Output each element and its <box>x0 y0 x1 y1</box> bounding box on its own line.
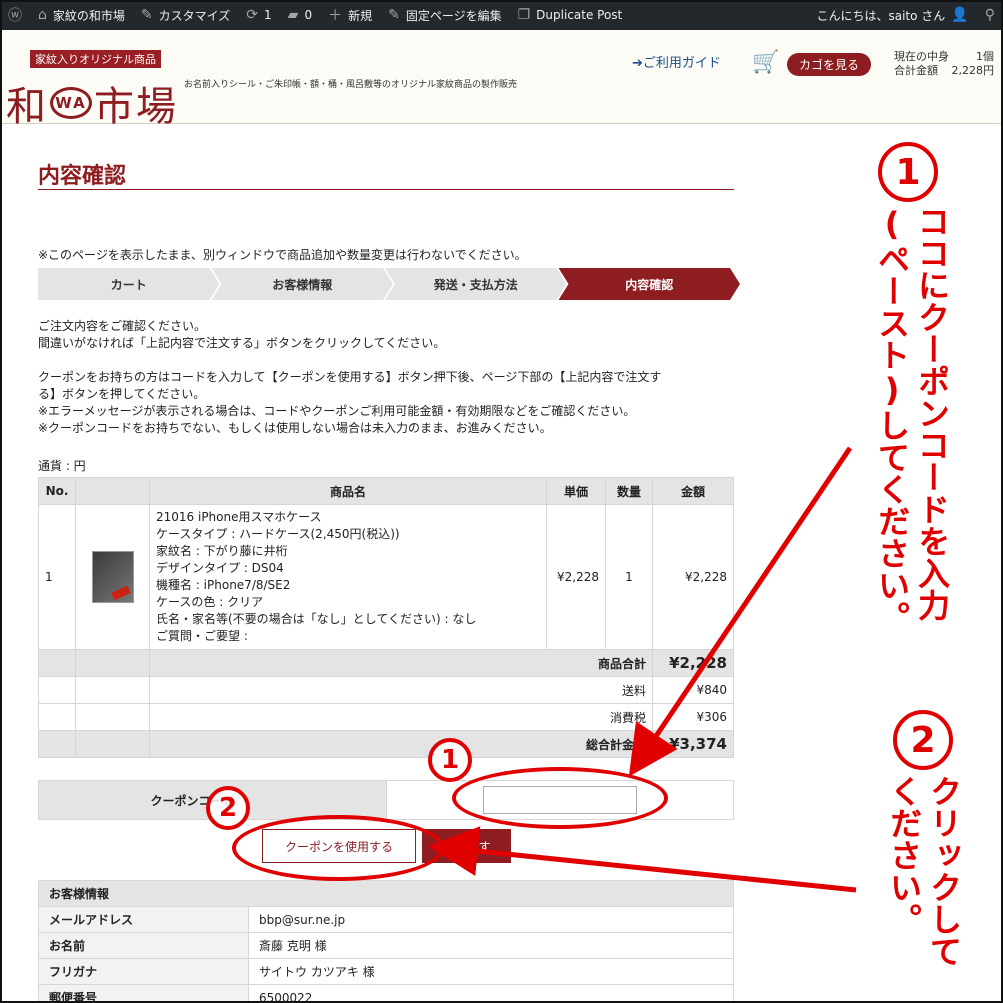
step2-marker-large: 2 <box>893 710 953 770</box>
col-product-name: 商品名 <box>149 477 547 505</box>
refresh-icon: ⟳ <box>246 7 259 23</box>
view-cart-button[interactable]: カゴを見る <box>787 53 872 76</box>
logo-right: 市場 <box>94 84 178 130</box>
tax-row: 消費税 ¥306 <box>38 703 734 731</box>
col-quantity: 数量 <box>605 477 653 505</box>
brush-icon: ✎ <box>140 7 153 23</box>
customer-section-title: お客様情報 <box>38 880 734 907</box>
site-name-link[interactable]: ⌂ 家紋の和市場 <box>30 0 133 30</box>
search-icon: ⚲ <box>984 7 995 23</box>
home-icon: ⌂ <box>38 7 47 23</box>
total-value: ¥3,374 <box>652 730 734 758</box>
step-confirm: 内容確認 <box>559 268 741 300</box>
intro-line: ※エラーメッセージが表示される場合は、コードやクーポンご利用可能金額・有効期限な… <box>38 404 636 418</box>
step-shipping-payment: 発送・支払方法 <box>385 268 567 300</box>
intro-line: る】ボタンを押してください。 <box>38 387 206 401</box>
guide-link[interactable]: ➔ご利用ガイド <box>632 52 721 71</box>
subtotal-row: 商品合計 ¥2,228 <box>38 649 734 677</box>
title-divider <box>38 189 734 190</box>
logo-subtitle: 家紋入りオリジナル商品 <box>30 50 161 68</box>
plus-icon: ＋ <box>328 8 343 24</box>
updates-link[interactable]: ⟳ 1 <box>238 0 279 30</box>
shipping-value: ¥840 <box>652 676 734 704</box>
new-link[interactable]: ＋新規 <box>320 0 380 30</box>
product-thumbnail <box>91 551 134 603</box>
table-row: お名前 斎藤 克明 様 <box>38 932 734 959</box>
duplicate-post-link[interactable]: ❐ Duplicate Post <box>510 0 631 30</box>
table-row: フリガナ サイトウ カツアキ 様 <box>38 958 734 985</box>
intro-line <box>38 352 738 369</box>
product-description: 21016 iPhone用スマホケース ケースタイプ : ハードケース(2,45… <box>149 504 547 650</box>
intro-line: ※クーポンコードをお持ちでない、もしくは使用しない場合は未入力のまま、お進みくだ… <box>38 421 552 435</box>
currency-label: 通貨 : 円 <box>38 459 86 473</box>
use-button-highlight <box>232 815 444 881</box>
total-label: 総合計金額 <box>149 730 653 758</box>
step1-marker-small: 1 <box>428 738 472 782</box>
edit-page-link[interactable]: ✎ 固定ページを編集 <box>380 0 510 30</box>
step1-marker-large: 1 <box>878 142 938 202</box>
admin-search[interactable]: ⚲ <box>977 0 1003 30</box>
notice-text: ※このページを表示したまま、別ウィンドウで商品追加や数量変更は行わないでください… <box>38 248 527 262</box>
site-tagline: お名前入りシール・ご朱印帳・額・桶・風呂敷等のオリジナル家紋商品の製作販売 <box>184 80 518 90</box>
step-cart: カート <box>38 268 220 300</box>
instruction-text-2: クリックしてください。 <box>885 775 963 967</box>
arrow-circle-icon: ➔ <box>632 56 643 71</box>
user-icon: 👤 <box>951 7 969 23</box>
site-logo[interactable]: 和 WA 市場 <box>6 74 178 132</box>
intro-text: ご注文内容をご確認ください。 間違いがなければ「上記内容で注文する」ボタンをクリ… <box>38 318 738 437</box>
amount: ¥2,228 <box>652 504 734 650</box>
quantity: 1 <box>605 504 653 650</box>
col-amount: 金額 <box>652 477 734 505</box>
unit-price: ¥2,228 <box>546 504 606 650</box>
intro-line: ご注文内容をご確認ください。 <box>38 319 207 333</box>
intro-line: クーポンをお持ちの方はコードを入力して【クーポンを使用する】ボタン押下後、ページ… <box>38 370 662 384</box>
customize-link[interactable]: ✎ カスタマイズ <box>133 0 238 30</box>
checkout-steps: カート お客様情報 発送・支払方法 内容確認 <box>38 268 732 300</box>
logo-wa-mark: WA <box>50 87 92 119</box>
account-menu[interactable]: こんにちは、saito さん 👤 <box>808 0 976 30</box>
col-unit-price: 単価 <box>546 477 606 505</box>
col-image <box>75 477 150 505</box>
col-no: No. <box>38 477 76 505</box>
shipping-row: 送料 ¥840 <box>38 676 734 704</box>
admin-bar: ⓦ ⌂ 家紋の和市場 ✎ カスタマイズ ⟳ 1 ▰ 0 ＋新規 ✎ 固定ページを編集 ❐ D… <box>0 0 1003 30</box>
order-items-table: No. 商品名 単価 数量 金額 1 21016 iPhone用スマホケース ケ… <box>38 477 734 758</box>
pencil-icon: ✎ <box>388 7 400 23</box>
table-row: メールアドレス bbp@sur.ne.jp <box>38 906 734 933</box>
subtotal-value: ¥2,228 <box>652 649 734 677</box>
intro-line: 間違いがなければ「上記内容で注文する」ボタンをクリックしてください。 <box>38 336 446 350</box>
coupon-input-highlight <box>452 767 668 829</box>
table-row: 1 21016 iPhone用スマホケース ケースタイプ : ハードケース(2,… <box>38 504 734 650</box>
step-customer-info: お客様情報 <box>212 268 394 300</box>
logo-left: 和 <box>6 84 48 130</box>
duplicate-icon: ❐ <box>517 7 531 23</box>
site-header: 家紋入りオリジナル商品 和 WA 市場 お名前入りシール・ご朱印帳・額・桶・風呂… <box>2 30 1001 130</box>
wordpress-icon: ⓦ <box>8 8 22 24</box>
total-row: 総合計金額 ¥3,374 <box>38 730 734 758</box>
comments-link[interactable]: ▰ 0 <box>280 0 320 30</box>
cart-icon[interactable]: 🛒 <box>752 50 779 75</box>
table-row: 郵便番号 6500022 <box>38 984 734 1003</box>
customer-info-table: お客様情報 メールアドレス bbp@sur.ne.jp お名前 斎藤 克明 様 フリ… <box>38 880 734 1003</box>
step2-marker-small: 2 <box>206 786 250 830</box>
cart-summary: 現在の中身 1個 合計金額 2,228円 <box>894 50 994 77</box>
page-title: 内容確認 <box>38 164 127 189</box>
subtotal-label: 商品合計 <box>149 649 653 677</box>
wordpress-menu[interactable]: ⓦ <box>0 0 30 30</box>
tax-label: 消費税 <box>149 703 653 731</box>
instruction-text-1: ココにクーポンコードを入力(ペースト)してください。 <box>873 205 951 633</box>
shipping-label: 送料 <box>149 676 653 704</box>
tax-value: ¥306 <box>652 703 734 731</box>
comment-icon: ▰ <box>287 7 299 23</box>
row-no: 1 <box>38 504 76 650</box>
